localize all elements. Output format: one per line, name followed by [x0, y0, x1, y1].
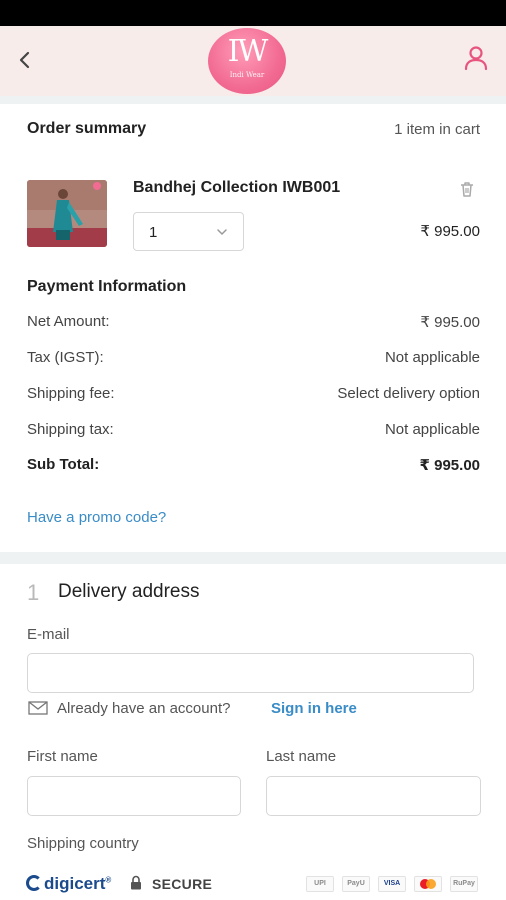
account-button[interactable] [462, 44, 490, 72]
quantity-value: 1 [149, 224, 158, 241]
chevron-left-icon [19, 51, 30, 69]
payment-info-title: Payment Information [27, 278, 187, 295]
account-prompt: Already have an account? [57, 700, 231, 717]
secure-label: SECURE [152, 876, 213, 892]
payment-row-label: Net Amount: [27, 313, 110, 330]
quantity-select[interactable]: 1 [133, 212, 244, 251]
digicert-brand: digicert [44, 874, 106, 893]
payment-row-label: Tax (IGST): [27, 349, 104, 366]
last-name-field[interactable] [266, 776, 481, 816]
payment-row-shipping-fee: Shipping fee: Select delivery option [27, 385, 480, 405]
email-field[interactable] [27, 653, 474, 693]
first-name-field[interactable] [27, 776, 241, 816]
secure-footer: digicert® SECURE UPI PayU VISA RuPay [0, 862, 506, 900]
section-divider [0, 552, 506, 564]
mail-icon [28, 701, 48, 715]
first-name-label: First name [27, 748, 98, 765]
visa-logo: VISA [378, 876, 406, 892]
shipping-country-label: Shipping country [27, 835, 139, 852]
product-name: Bandhej Collection IWB001 [133, 179, 341, 196]
item-price: ₹ 995.00 [420, 223, 480, 240]
sign-in-link[interactable]: Sign in here [271, 700, 357, 717]
section-divider [0, 96, 506, 104]
payment-row-label: Sub Total: [27, 456, 100, 473]
chevron-down-icon [217, 229, 227, 236]
delivery-address-title: Delivery address [58, 581, 200, 602]
payment-row-value: Select delivery option [337, 385, 480, 402]
back-button[interactable] [14, 48, 36, 72]
mastercard-logo [414, 876, 442, 892]
logo-subtext: Indi Wear [229, 71, 265, 79]
payment-row-value: ₹ 995.00 [419, 457, 480, 474]
last-name-label: Last name [266, 748, 337, 765]
logo-mark: IW [227, 34, 269, 69]
remove-item-button[interactable] [458, 180, 476, 198]
step-number: 1 [27, 580, 40, 605]
cart-count: 1 item in cart [394, 121, 480, 138]
payment-row-label: Shipping fee: [27, 385, 115, 402]
brand-logo[interactable]: IW Indi Wear [208, 28, 286, 94]
payment-row-shipping-tax: Shipping tax: Not applicable [27, 421, 480, 441]
product-image[interactable] [27, 180, 107, 247]
payment-row-tax: Tax (IGST): Not applicable [27, 349, 480, 369]
lock-icon [131, 875, 141, 890]
payment-row-value: ₹ 995.00 [420, 314, 480, 331]
digicert-logo: digicert® [26, 874, 111, 894]
app-header: IW Indi Wear [0, 26, 506, 96]
digicert-mark-icon [26, 875, 42, 891]
mastercard-circles [420, 879, 436, 889]
registered-mark: ® [105, 875, 112, 885]
payment-row-subtotal: Sub Total: ₹ 995.00 [27, 456, 480, 476]
payu-logo: PayU [342, 876, 370, 892]
trash-icon [461, 182, 473, 197]
user-icon [464, 46, 488, 71]
payment-row-label: Shipping tax: [27, 421, 114, 438]
payment-row-value: Not applicable [384, 349, 480, 366]
product-photo-graphic [27, 180, 107, 247]
rupay-logo: RuPay [450, 876, 478, 892]
upi-logo: UPI [306, 876, 334, 892]
status-bar [0, 0, 506, 26]
email-label: E-mail [27, 626, 70, 643]
order-summary-title: Order summary [27, 120, 147, 137]
payment-row-value: Not applicable [384, 421, 480, 438]
payment-row-net-amount: Net Amount: ₹ 995.00 [27, 313, 480, 333]
promo-code-link[interactable]: Have a promo code? [27, 509, 166, 526]
